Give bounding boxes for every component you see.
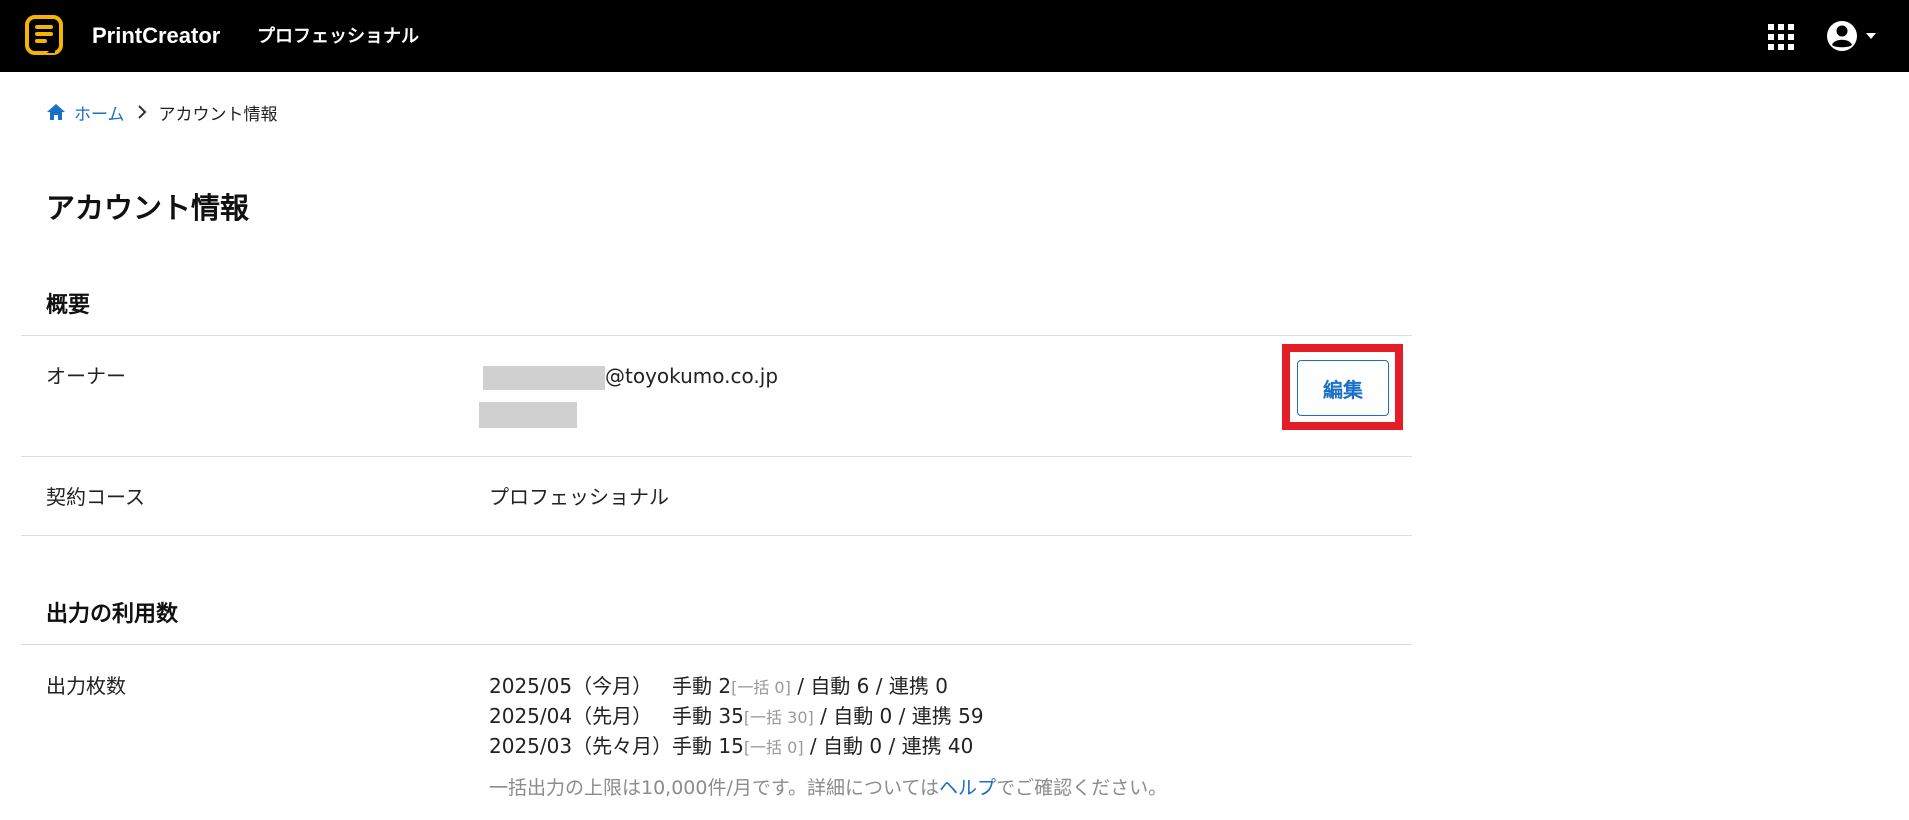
bulk-limit-note: 一括出力の上限は10,000件/月です。詳細についてはヘルプでご確認ください。 (489, 774, 1167, 802)
breadcrumb-home-label[interactable]: ホーム (74, 100, 125, 125)
user-menu-button[interactable] (1824, 18, 1880, 54)
printcreator-logo-icon[interactable] (25, 15, 65, 57)
usage-auto-link: / 自動 0 / 連携 59 (813, 704, 984, 728)
brand-name[interactable]: PrintCreator (92, 22, 220, 50)
note-text-before: 一括出力の上限は10,000件/月です。詳細については (489, 777, 940, 799)
note-text-after: でご確認ください。 (996, 777, 1168, 799)
plan-label: プロフェッショナル (257, 26, 419, 47)
divider (21, 335, 1412, 336)
usage-bulk: [一括 30] (743, 708, 814, 727)
breadcrumb-current: アカウント情報 (158, 104, 278, 125)
usage-auto-link: / 自動 0 / 連携 40 (803, 734, 974, 758)
redacted-email-user (483, 365, 605, 390)
usage-manual: 手動 35 (672, 704, 744, 728)
home-icon (47, 104, 65, 120)
divider (21, 456, 1412, 457)
overview-section-title: 概要 (46, 293, 91, 318)
usage-manual: 手動 2 (672, 674, 732, 698)
usage-row: 2025/04（先月） 手動 35[一括 30] / 自動 0 / 連携 59 (489, 702, 984, 732)
redacted-owner-name (479, 402, 577, 428)
output-count-label: 出力枚数 (46, 674, 126, 698)
apps-grid-icon[interactable] (1768, 24, 1794, 50)
course-label: 契約コース (46, 485, 145, 509)
usage-bulk: [一括 0] (743, 738, 804, 757)
usage-section-title: 出力の利用数 (46, 602, 179, 627)
breadcrumb-home-link[interactable]: ホーム (46, 100, 125, 125)
usage-manual: 手動 15 (672, 734, 744, 758)
course-value: プロフェッショナル (489, 485, 669, 509)
owner-email-domain: @toyokumo.co.jp (605, 364, 779, 388)
chevron-right-icon (137, 105, 146, 119)
usage-bulk: [一括 0] (731, 678, 791, 697)
breadcrumb: ホーム アカウント情報 (46, 98, 278, 126)
top-bar: PrintCreator プロフェッショナル (0, 0, 1909, 72)
owner-email: @toyokumo.co.jp (483, 362, 778, 390)
usage-month: 2025/04（先月） (489, 704, 653, 728)
caret-down-icon (1866, 33, 1876, 39)
usage-month: 2025/05（今月） (489, 674, 653, 698)
usage-row: 2025/03（先々月）手動 15[一括 0] / 自動 0 / 連携 40 (489, 732, 973, 762)
divider (21, 644, 1412, 645)
owner-label: オーナー (46, 364, 126, 388)
account-circle-icon (1827, 21, 1876, 51)
usage-auto-link: / 自動 6 / 連携 0 (790, 674, 948, 698)
divider (21, 535, 1412, 536)
usage-row: 2025/05（今月） 手動 2[一括 0] / 自動 6 / 連携 0 (489, 672, 948, 702)
edit-owner-button[interactable]: 編集 (1297, 360, 1389, 416)
usage-month: 2025/03（先々月） (489, 734, 673, 758)
help-link[interactable]: ヘルプ (939, 777, 996, 799)
page-title: アカウント情報 (46, 191, 250, 225)
